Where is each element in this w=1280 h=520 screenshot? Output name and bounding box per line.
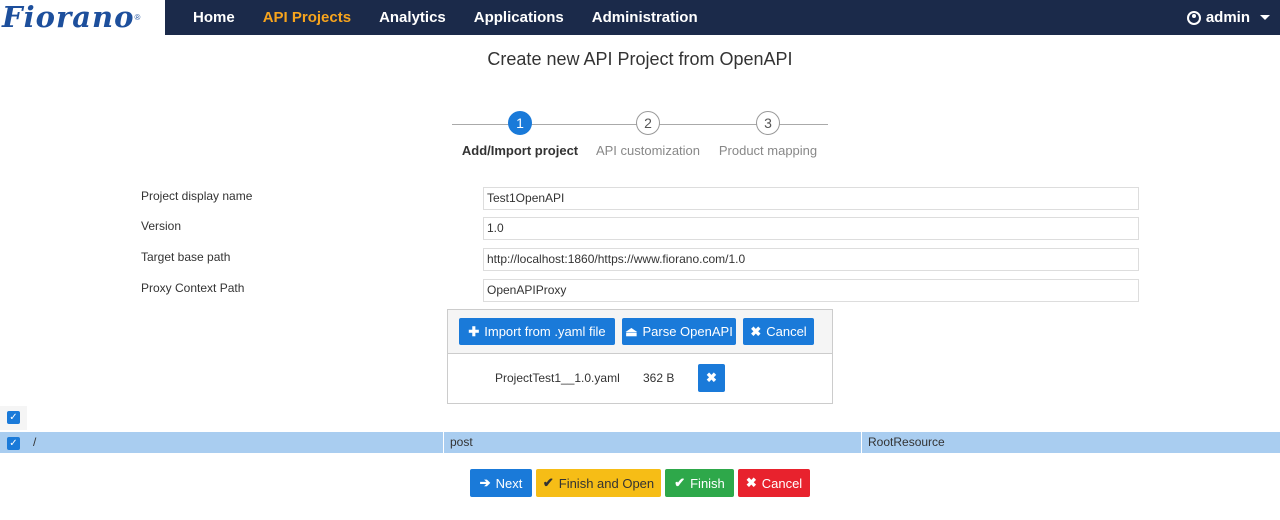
version-input[interactable]: 1.0 [483,217,1139,240]
close-icon: ✖ [750,323,762,339]
user-circle-icon [1186,10,1201,25]
fiorano-logo[interactable]: Fiorano ® [0,0,165,35]
uploaded-file-size: 362 B [643,371,675,385]
finish-and-open-button[interactable]: ✔ Finish and Open [536,469,661,497]
arrow-right-icon: ➔ [479,475,491,490]
next-label: Next [495,475,523,491]
nav-item-api-projects[interactable]: API Projects [249,0,365,35]
page-title: Create new API Project from OpenAPI [487,49,793,69]
cell-method: post [444,432,862,453]
step-label: Product mapping [718,143,818,158]
cancel-label: Cancel [761,475,803,491]
form-row-project-display-name: Project display name Test1OpenAPI [141,187,1141,211]
upload-icon: ⏏ [625,323,638,339]
step-number: 3 [756,111,780,135]
nav-item-home[interactable]: Home [179,0,249,35]
top-navbar: Fiorano ® Home API Projects Analytics App… [0,0,1280,35]
user-menu[interactable]: admin [1186,0,1270,35]
finish-label: Finish [690,475,725,491]
plus-icon: ✚ [468,323,480,339]
file-upload-panel: ✚ Import from .yaml file ⏏ Parse OpenAPI… [447,309,833,404]
table-header-select-all: ✓ [0,406,27,430]
wizard-stepper: 1 Add/Import project 2 API customization… [452,111,828,161]
table-row[interactable]: ✓ / post RootResource [0,432,1280,453]
target-base-path-label: Target base path [141,250,231,264]
cell-path: / [27,432,444,453]
check-icon: ✔ [674,475,686,490]
target-base-path-input[interactable]: http://localhost:1860/https://www.fioran… [483,248,1139,271]
close-icon: ✖ [745,475,757,490]
upload-cancel-button[interactable]: ✖ Cancel [743,318,814,345]
remove-file-button[interactable]: ✖ [698,364,725,392]
parse-openapi-label: Parse OpenAPI [642,324,733,339]
form-row-version: Version 1.0 [141,217,1141,241]
project-display-name-label: Project display name [141,189,253,203]
logo-text: Fiorano [2,0,135,34]
step-number: 1 [508,111,532,135]
project-display-name-input[interactable]: Test1OpenAPI [483,187,1139,210]
cell-resource: RootResource [868,435,945,449]
step-product-mapping[interactable]: 3 Product mapping [708,111,828,158]
upload-cancel-label: Cancel [766,324,807,339]
step-add-import[interactable]: 1 Add/Import project [460,111,580,158]
import-yaml-label: Import from .yaml file [484,324,606,339]
close-icon: ✖ [706,370,717,385]
caret-down-icon [1260,15,1270,20]
logo-registered-mark: ® [134,12,141,22]
form-row-proxy-context-path: Proxy Context Path OpenAPIProxy [141,279,1141,303]
upload-toolbar: ✚ Import from .yaml file ⏏ Parse OpenAPI… [448,310,832,354]
proxy-context-path-input[interactable]: OpenAPIProxy [483,279,1139,302]
import-yaml-button[interactable]: ✚ Import from .yaml file [459,318,615,345]
nav-item-applications[interactable]: Applications [460,0,578,35]
nav-item-analytics[interactable]: Analytics [365,0,460,35]
user-name: admin [1205,9,1250,26]
step-number: 2 [636,111,660,135]
version-label: Version [141,219,182,233]
row-checkbox[interactable]: ✓ [7,437,20,450]
finish-and-open-label: Finish and Open [558,475,655,491]
parse-openapi-button[interactable]: ⏏ Parse OpenAPI [622,318,736,345]
uploaded-file-name: ProjectTest1__1.0.yaml [495,371,620,385]
step-label: API customization [595,143,701,158]
check-icon: ✔ [542,475,554,490]
step-label: Add/Import project [461,143,579,158]
next-button[interactable]: ➔ Next [470,469,532,497]
nav-item-administration[interactable]: Administration [578,0,712,35]
proxy-context-path-label: Proxy Context Path [141,281,245,295]
form-row-target-base-path: Target base path http://localhost:1860/h… [141,248,1141,272]
main-nav: Home API Projects Analytics Applications… [179,0,712,35]
step-api-customization[interactable]: 2 API customization [588,111,708,158]
select-all-checkbox[interactable]: ✓ [7,411,20,424]
cancel-button[interactable]: ✖ Cancel [738,469,810,497]
finish-button[interactable]: ✔ Finish [665,469,734,497]
